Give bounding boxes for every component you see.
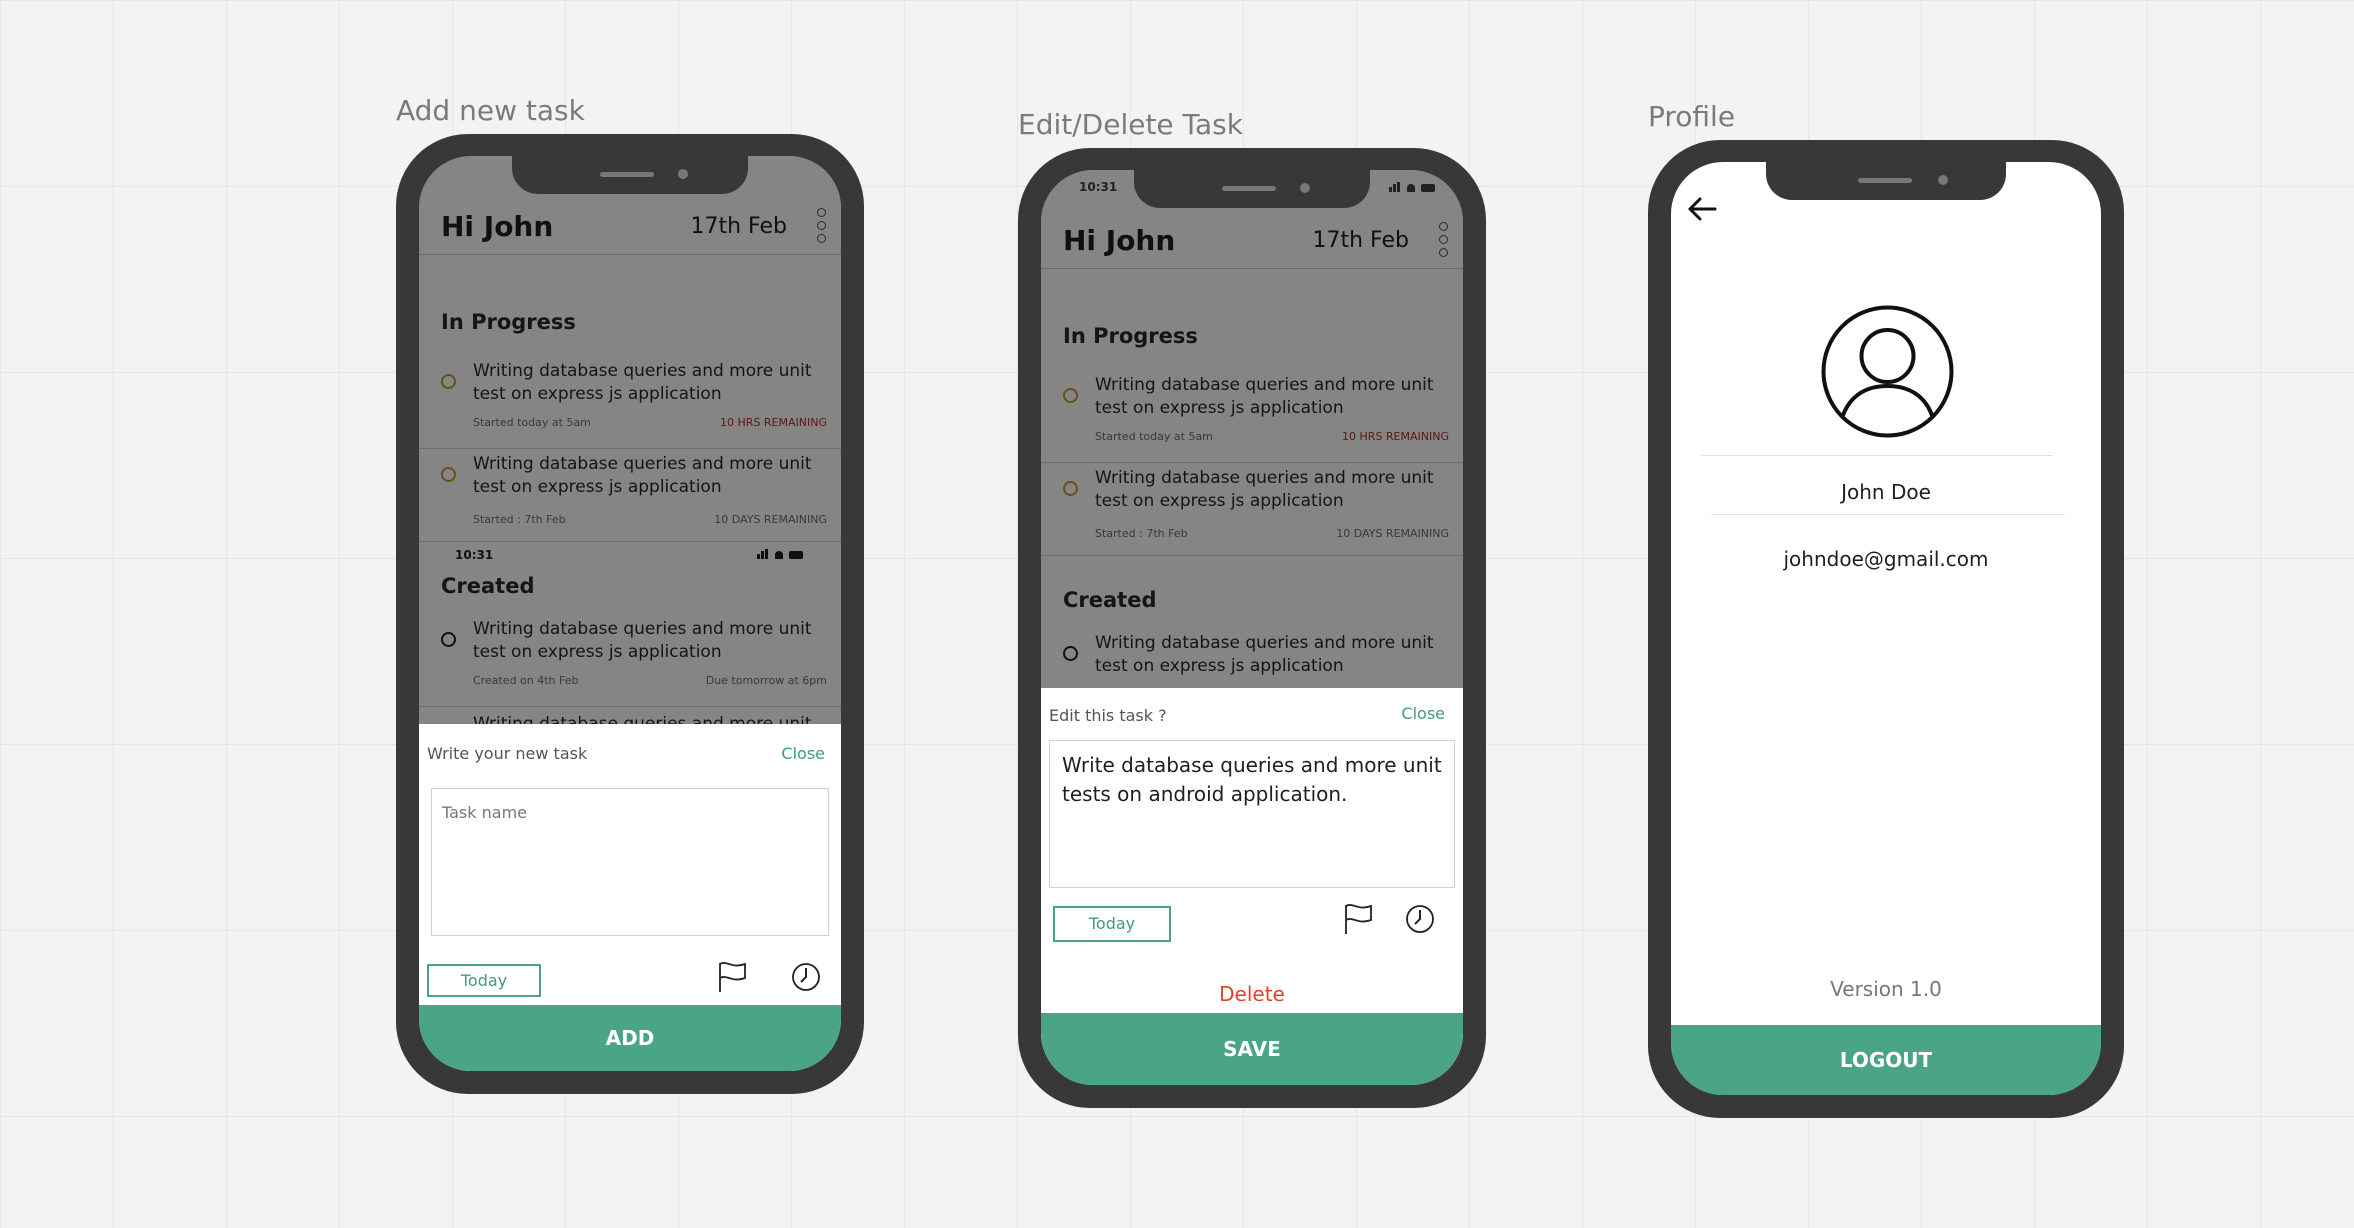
phone-edit-task: 10:31 Hi John 17th Feb In Progress Writi… (1018, 148, 1486, 1108)
frame-title-profile: Profile (1648, 100, 1736, 133)
frame-title-edit: Edit/Delete Task (1018, 108, 1243, 141)
screen-add-task: Hi John 17th Feb In Progress Writing dat… (419, 156, 841, 1071)
delete-button[interactable]: Delete (1041, 982, 1463, 1006)
sheet-label: Edit this task ? (1049, 706, 1167, 725)
screen-profile: John Doe johndoe@gmail.com Version 1.0 L… (1671, 162, 2101, 1095)
back-arrow-icon[interactable] (1685, 192, 1719, 226)
user-avatar-icon (1821, 305, 1954, 438)
today-button[interactable]: Today (1053, 906, 1171, 942)
clock-icon[interactable] (1403, 902, 1437, 936)
profile-email: johndoe@gmail.com (1783, 547, 1989, 571)
frame-title-add: Add new task (396, 94, 585, 127)
task-edit-input[interactable]: Write database queries and more unit tes… (1049, 740, 1455, 888)
flag-icon[interactable] (715, 960, 749, 994)
phone-add-task: Hi John 17th Feb In Progress Writing dat… (396, 134, 864, 1094)
clock-icon[interactable] (789, 960, 823, 994)
close-button[interactable]: Close (1401, 704, 1445, 723)
logout-button[interactable]: LOGOUT (1671, 1025, 2101, 1095)
profile-name: John Doe (1841, 480, 1931, 504)
status-bar-time: 10:31 (1079, 180, 1118, 194)
task-name-placeholder: Task name (442, 803, 527, 822)
status-bar-icons (1389, 182, 1439, 192)
phone-profile: John Doe johndoe@gmail.com Version 1.0 L… (1648, 140, 2124, 1118)
divider (1701, 455, 2053, 456)
phone-notch (1766, 162, 2006, 200)
screen-edit-task: 10:31 Hi John 17th Feb In Progress Writi… (1041, 170, 1463, 1085)
divider (1711, 514, 2065, 515)
add-button[interactable]: ADD (419, 1005, 841, 1071)
task-edit-value: Write database queries and more unit tes… (1062, 753, 1442, 806)
save-button[interactable]: SAVE (1041, 1013, 1463, 1085)
phone-notch (512, 156, 748, 194)
close-button[interactable]: Close (781, 744, 825, 763)
today-button[interactable]: Today (427, 964, 541, 997)
app-version: Version 1.0 (1830, 977, 1942, 1001)
sheet-label: Write your new task (427, 744, 588, 763)
phone-notch (1134, 170, 1370, 208)
flag-icon[interactable] (1341, 902, 1375, 936)
task-name-input[interactable]: Task name (431, 788, 829, 936)
